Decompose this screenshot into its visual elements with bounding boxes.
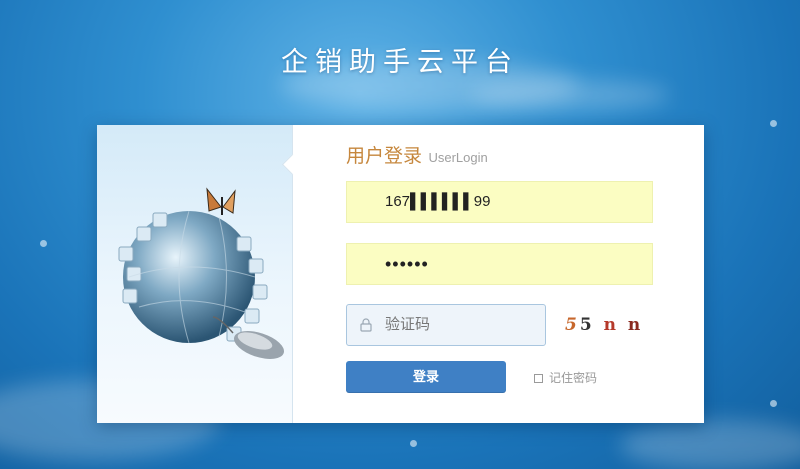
captcha-char: n [627, 315, 644, 335]
cloud-decoration [620, 420, 800, 469]
remember-password[interactable]: 记住密码 [534, 369, 597, 386]
lock-icon [360, 318, 372, 332]
app-title: 企销助手云平台 [281, 47, 519, 77]
captcha-char: 5 [565, 315, 580, 335]
login-heading: 用户登录 UserLogin [346, 141, 488, 168]
remember-label: 记住密码 [549, 371, 598, 385]
illustration-panel [97, 125, 293, 423]
login-panel: 用户登录 UserLogin 167▌▌▌▌▌▌99 •••••• 验证码 55… [97, 125, 704, 423]
login-heading-cn: 用户登录 [346, 146, 423, 167]
sparkle-decoration [410, 440, 417, 447]
login-button[interactable]: 登录 [346, 361, 506, 393]
username-input[interactable]: 167▌▌▌▌▌▌99 [346, 181, 653, 223]
captcha-char: 5 [579, 315, 595, 335]
captcha-image[interactable]: 55 n n [565, 311, 645, 339]
captcha-placeholder: 验证码 [385, 316, 431, 333]
captcha-input[interactable]: 验证码 [346, 304, 546, 346]
checkbox-icon[interactable] [534, 374, 543, 383]
password-input[interactable]: •••••• [346, 243, 653, 285]
butterfly-icon [206, 187, 236, 215]
sparkle-decoration [40, 240, 47, 247]
computer-mouse-icon [212, 316, 285, 359]
login-heading-en: UserLogin [428, 150, 488, 165]
sparkle-decoration [770, 400, 777, 407]
cloud-decoration [470, 80, 670, 110]
sparkle-decoration [770, 120, 777, 127]
globe-puzzle-illustration [118, 187, 285, 359]
captcha-char: n [603, 315, 619, 335]
